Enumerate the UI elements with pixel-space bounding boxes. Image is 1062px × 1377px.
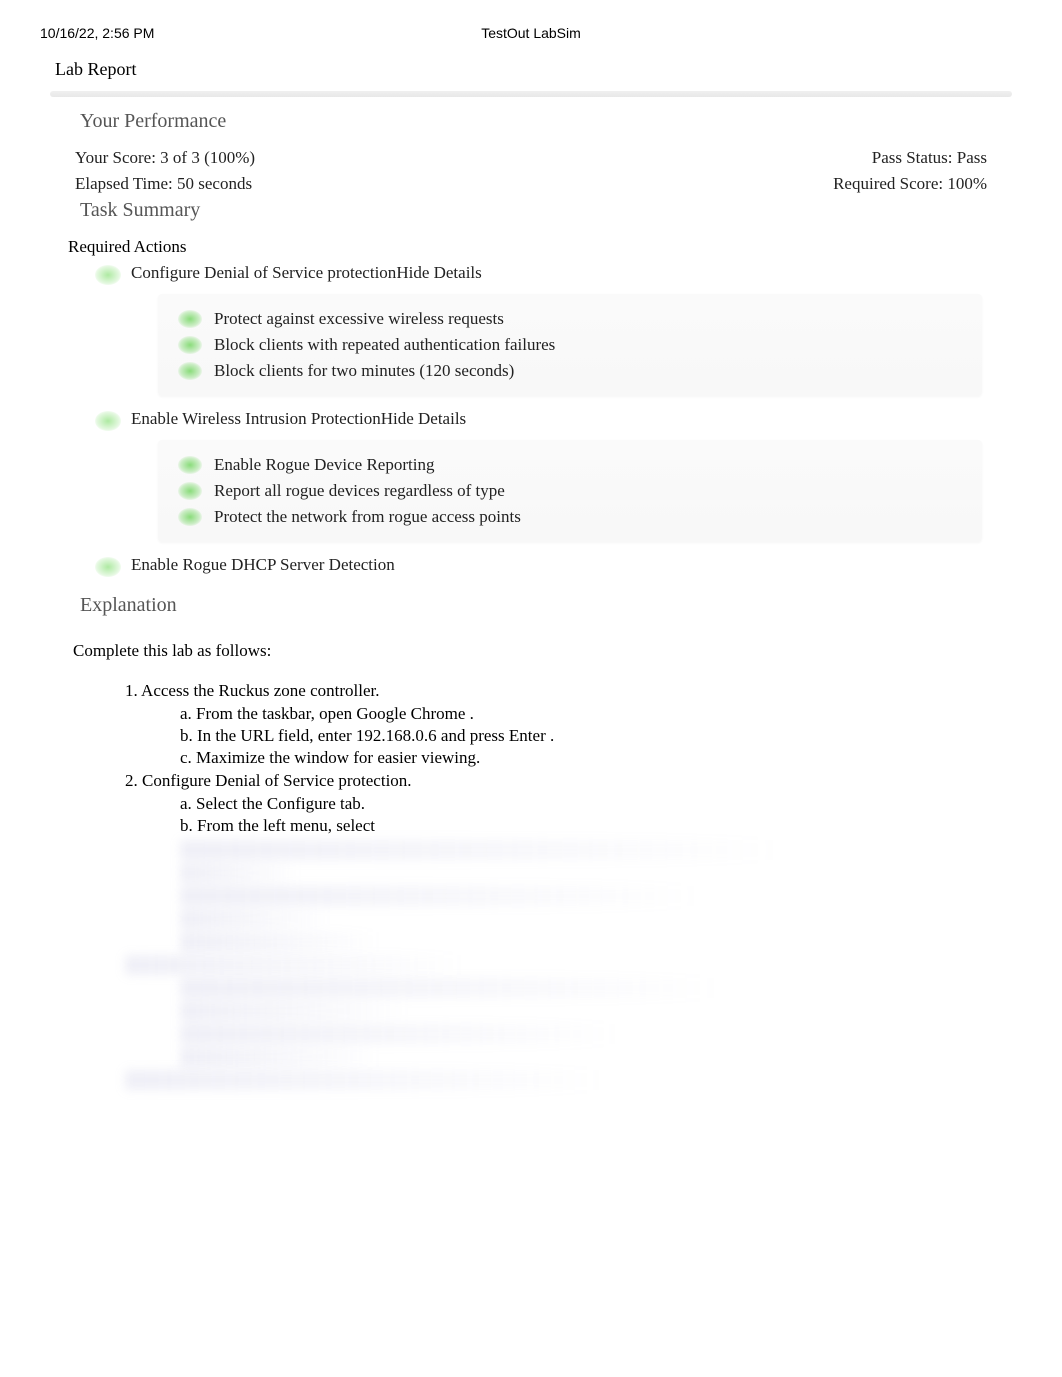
explanation-heading: Explanation	[40, 589, 1022, 629]
app-title: TestOut LabSim	[481, 25, 581, 41]
detail-item: Enable Rogue Device Reporting	[178, 452, 962, 478]
timestamp: 10/16/22, 2:56 PM	[40, 25, 154, 41]
steps-list: 1. Access the Ruckus zone controller. a.…	[40, 679, 1022, 1090]
substep-item: c. Maximize the window for easier viewin…	[125, 747, 1022, 769]
score-row-1: Your Score: 3 of 3 (100%) Pass Status: P…	[40, 145, 1022, 171]
detail-item: Protect the network from rogue access po…	[178, 504, 962, 530]
detail-text: Protect the network from rogue access po…	[214, 507, 521, 527]
checkmark-icon	[178, 482, 202, 500]
checkmark-icon	[178, 508, 202, 526]
step-item: 1. Access the Ruckus zone controller.	[125, 679, 1022, 703]
checkmark-icon	[178, 456, 202, 474]
page-header: 10/16/22, 2:56 PM TestOut LabSim	[40, 0, 1022, 51]
checkmark-icon	[178, 310, 202, 328]
detail-text: Block clients for two minutes (120 secon…	[214, 361, 514, 381]
blurred-content	[125, 840, 1022, 952]
detail-text: Protect against excessive wireless reque…	[214, 309, 504, 329]
blurred-content	[125, 1070, 1022, 1090]
step-item: 2. Configure Denial of Service protectio…	[125, 769, 1022, 793]
details-box: Protect against excessive wireless reque…	[158, 294, 982, 396]
detail-text: Block clients with repeated authenticati…	[214, 335, 555, 355]
required-actions-label: Required Actions	[40, 234, 1022, 260]
hide-details-link[interactable]: Hide Details	[396, 263, 481, 282]
task-summary-heading: Task Summary	[40, 197, 1022, 234]
blurred-content	[125, 955, 1022, 975]
detail-item: Protect against excessive wireless reque…	[178, 306, 962, 332]
divider	[50, 91, 1012, 97]
checkmark-icon	[178, 362, 202, 380]
blurred-content	[125, 978, 1022, 1067]
detail-item: Report all rogue devices regardless of t…	[178, 478, 962, 504]
checkmark-icon	[178, 336, 202, 354]
your-score: Your Score: 3 of 3 (100%)	[75, 148, 255, 168]
action-label: Enable Wireless Intrusion Protection	[131, 409, 381, 428]
details-box: Enable Rogue Device Reporting Report all…	[158, 440, 982, 542]
action-label: Configure Denial of Service protection	[131, 263, 396, 282]
action-label: Enable Rogue DHCP Server Detection	[131, 555, 395, 575]
report-title: Lab Report	[40, 51, 1022, 88]
explanation-intro: Complete this lab as follows:	[40, 629, 1022, 679]
action-item: Enable Rogue DHCP Server Detection	[40, 552, 1022, 589]
detail-text: Report all rogue devices regardless of t…	[214, 481, 505, 501]
substep-item: a. Select the Configure tab.	[125, 793, 1022, 815]
performance-heading: Your Performance	[40, 105, 1022, 145]
checkmark-icon	[95, 265, 121, 285]
detail-item: Block clients with repeated authenticati…	[178, 332, 962, 358]
elapsed-time: Elapsed Time: 50 seconds	[75, 174, 252, 194]
pass-status: Pass Status: Pass	[872, 148, 987, 168]
substep-item: a. From the taskbar, open Google Chrome …	[125, 703, 1022, 725]
checkmark-icon	[95, 557, 121, 577]
detail-item: Block clients for two minutes (120 secon…	[178, 358, 962, 384]
checkmark-icon	[95, 411, 121, 431]
substep-item: b. From the left menu, select	[125, 815, 1022, 837]
hide-details-link[interactable]: Hide Details	[381, 409, 466, 428]
action-item: Configure Denial of Service protectionHi…	[40, 260, 1022, 288]
required-score: Required Score: 100%	[833, 174, 987, 194]
detail-text: Enable Rogue Device Reporting	[214, 455, 434, 475]
score-row-2: Elapsed Time: 50 seconds Required Score:…	[40, 171, 1022, 197]
action-item: Enable Wireless Intrusion ProtectionHide…	[40, 406, 1022, 434]
substep-item: b. In the URL field, enter 192.168.0.6 a…	[125, 725, 1022, 747]
